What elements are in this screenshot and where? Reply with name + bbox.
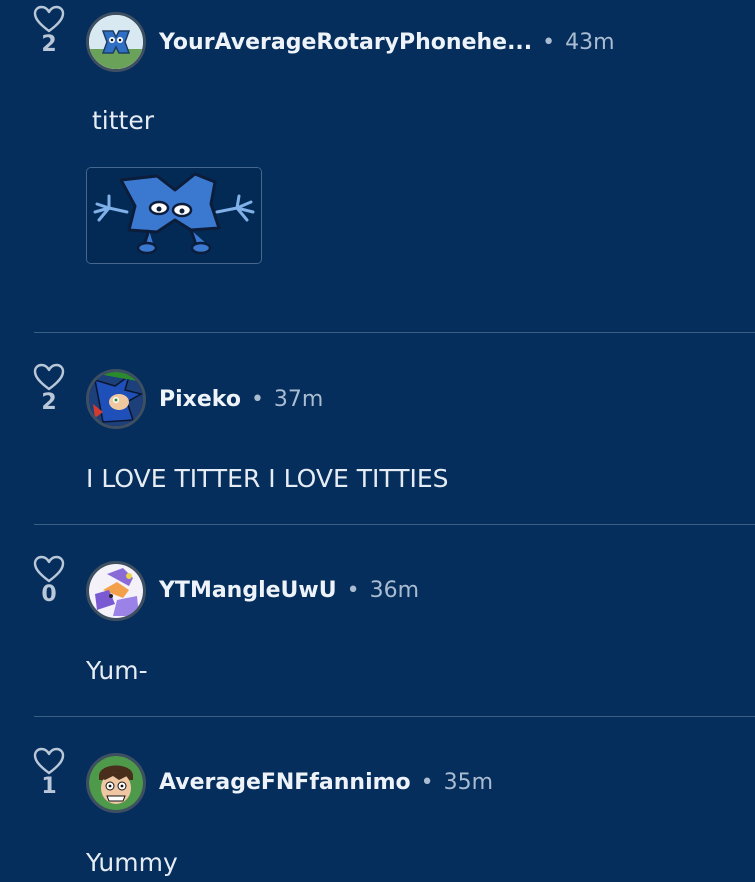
username[interactable]: YTMangleUwU (159, 578, 337, 603)
like-control[interactable]: 1 (32, 746, 66, 798)
like-control[interactable]: 0 (32, 554, 66, 606)
comment-divider (34, 524, 755, 525)
comment-header: Pixeko • 37m (159, 384, 323, 414)
timestamp: 35m (443, 769, 494, 795)
username[interactable]: YourAverageRotaryPhonehe... (159, 30, 532, 55)
username[interactable]: AverageFNFfannimo (159, 770, 411, 795)
image-attachment[interactable] (86, 167, 262, 264)
avatar[interactable] (86, 369, 146, 429)
avatar[interactable] (86, 12, 146, 72)
like-control[interactable]: 2 (32, 4, 66, 56)
avatar-image (89, 756, 143, 810)
comment-header: YTMangleUwU • 36m (159, 575, 419, 605)
heart-icon[interactable] (32, 746, 66, 776)
timestamp: 36m (369, 577, 420, 603)
like-count: 0 (41, 582, 57, 607)
comment-feed: 2 YourAverageRotaryPhonehe... • 43m titt… (0, 0, 755, 882)
attachment-image (87, 168, 261, 263)
timestamp: 37m (273, 386, 324, 412)
comment-text: Yummy (86, 848, 178, 877)
comment-text: Yum- (86, 656, 148, 685)
separator-dot: • (250, 386, 264, 412)
comment-text: titter (92, 106, 155, 135)
like-count: 2 (41, 390, 57, 415)
avatar[interactable] (86, 561, 146, 621)
heart-icon[interactable] (32, 4, 66, 34)
separator-dot: • (542, 29, 556, 55)
timestamp: 43m (565, 29, 615, 55)
comment-header: YourAverageRotaryPhonehe... • 43m (159, 27, 615, 57)
avatar-image (89, 372, 143, 426)
separator-dot: • (420, 769, 434, 795)
like-control[interactable]: 2 (32, 362, 66, 414)
like-count: 1 (41, 774, 57, 799)
separator-dot: • (346, 577, 360, 603)
avatar-image (89, 15, 143, 69)
like-count: 2 (41, 32, 57, 57)
comment-divider (34, 332, 755, 333)
heart-icon[interactable] (32, 362, 66, 392)
comment-header: AverageFNFfannimo • 35m (159, 767, 493, 797)
comment-divider (34, 716, 755, 717)
avatar-image (89, 564, 143, 618)
username[interactable]: Pixeko (159, 387, 241, 412)
avatar[interactable] (86, 753, 146, 813)
comment-text: I LOVE TITTER I LOVE TITTIES (86, 464, 449, 493)
heart-icon[interactable] (32, 554, 66, 584)
